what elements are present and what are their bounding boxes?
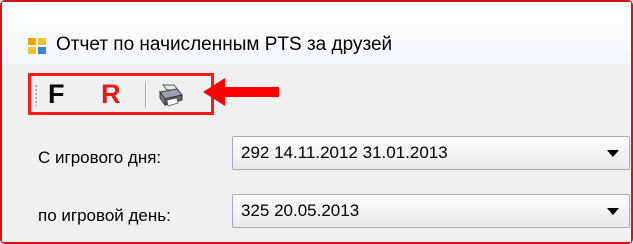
to-day-label: по игровой день:: [38, 206, 171, 225]
app-window-icon: [28, 38, 46, 54]
f-button[interactable]: F: [48, 78, 65, 110]
from-day-label: С игрового дня:: [38, 148, 162, 167]
to-day-value: 325 20.05.2013: [241, 201, 360, 220]
from-day-combobox[interactable]: 292 14.11.2012 31.01.2013: [232, 136, 630, 170]
toolbar-separator: [145, 82, 147, 108]
toolbar-grip[interactable]: [35, 84, 37, 106]
printer-icon[interactable]: [157, 81, 185, 109]
left-arrow-icon: [203, 78, 279, 106]
chevron-down-icon[interactable]: [607, 208, 619, 216]
from-day-value: 292 14.11.2012 31.01.2013: [241, 143, 448, 162]
chevron-down-icon[interactable]: [607, 150, 619, 158]
to-day-combobox[interactable]: 325 20.05.2013: [232, 194, 630, 228]
r-button[interactable]: R: [101, 78, 121, 110]
window-title: Отчет по начисленным PTS за друзей: [56, 34, 393, 55]
